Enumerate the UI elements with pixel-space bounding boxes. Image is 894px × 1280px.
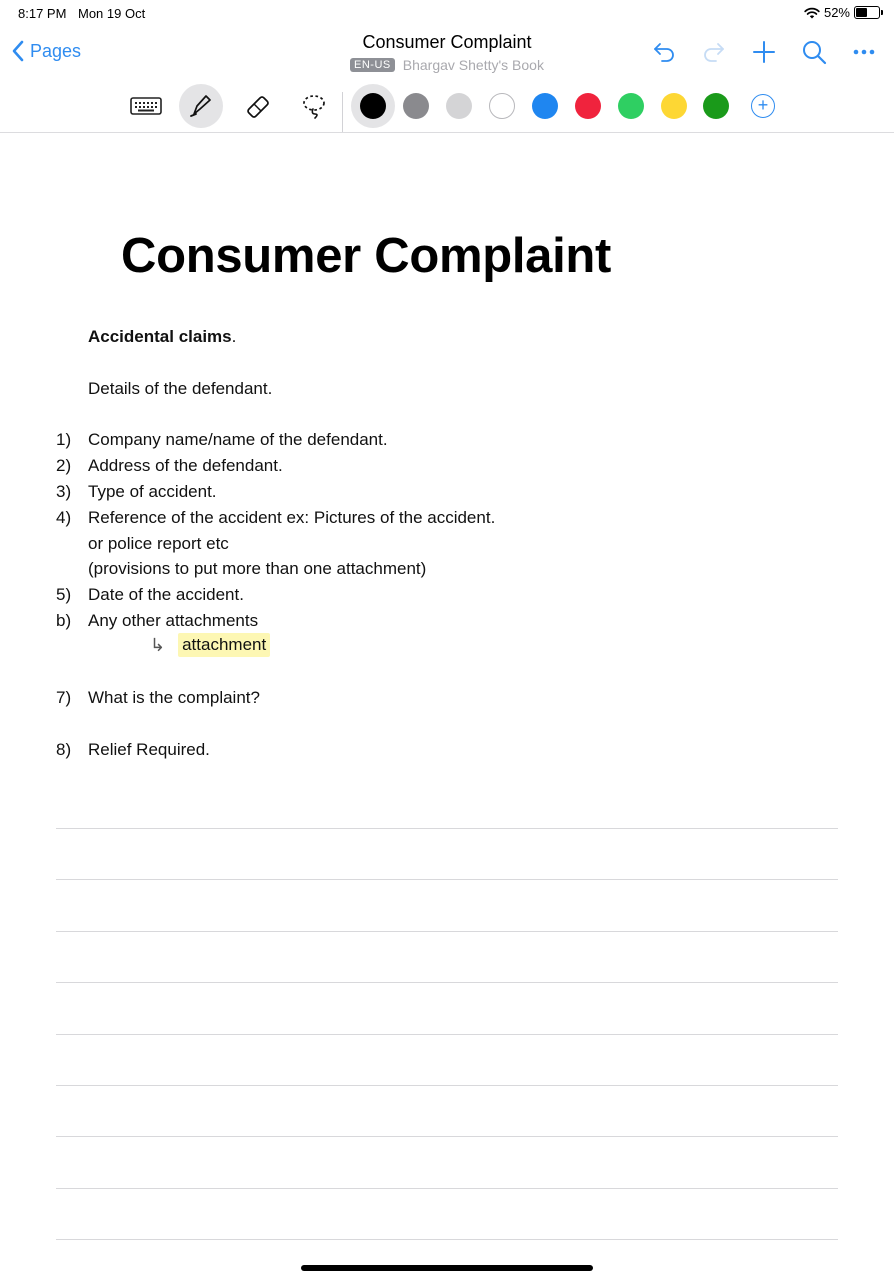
list-item-text: Address of the defendant. xyxy=(88,456,283,475)
nav-bar: Pages Consumer Complaint EN-US Bhargav S… xyxy=(0,28,894,78)
ruled-line xyxy=(56,1187,838,1189)
list-item-number: 2) xyxy=(56,456,72,475)
list-item: or police report etc xyxy=(56,534,229,554)
pen-icon[interactable] xyxy=(179,84,223,128)
drawing-toolbar: + xyxy=(0,84,894,132)
list-item-number: b) xyxy=(56,611,72,630)
list-item-text: What is the complaint? xyxy=(88,688,260,707)
ruled-line xyxy=(56,1085,838,1086)
home-indicator[interactable] xyxy=(301,1265,593,1271)
list-item-number: 3) xyxy=(56,482,72,501)
list-item-text: or police report etc xyxy=(88,534,229,553)
list-item-number xyxy=(56,534,88,554)
list-item-text: Company name/name of the defendant. xyxy=(88,430,388,449)
list-item: b) Any other attachments xyxy=(56,611,258,631)
corner-arrow-icon: ↳ xyxy=(150,634,166,655)
redo-icon[interactable] xyxy=(700,38,728,66)
status-bar: 8:17 PM Mon 19 Oct 52% xyxy=(0,0,894,26)
list-item-number: 7) xyxy=(56,688,72,707)
list-item: 7) What is the complaint? xyxy=(56,688,260,708)
wifi-icon xyxy=(804,7,820,18)
list-item-number xyxy=(56,559,88,579)
color-swatch[interactable] xyxy=(575,93,601,119)
color-swatch[interactable] xyxy=(489,93,515,119)
claims-line: Accidental claims. xyxy=(88,327,236,347)
attachment-row[interactable]: ↳ attachment xyxy=(150,633,271,657)
nav-actions xyxy=(650,38,878,66)
list-item-number: 8) xyxy=(56,740,72,759)
search-icon[interactable] xyxy=(800,38,828,66)
details-line: Details of the defendant. xyxy=(88,379,273,398)
list-item-text: Type of accident. xyxy=(88,482,217,501)
add-color-button[interactable]: + xyxy=(751,94,775,118)
ruled-line xyxy=(56,1136,838,1138)
claims-dot: . xyxy=(231,327,237,346)
list-item: 5) Date of the accident. xyxy=(56,585,244,605)
list-item-text: (provisions to put more than one attachm… xyxy=(88,559,427,578)
ruled-line xyxy=(56,1033,838,1035)
list-item: 2) Address of the defendant. xyxy=(56,456,283,476)
lasso-icon[interactable] xyxy=(292,84,336,128)
status-time: 8:17 PM xyxy=(18,6,67,21)
status-date: Mon 19 Oct xyxy=(78,6,146,21)
list-item-number: 5) xyxy=(56,585,72,604)
color-swatch[interactable] xyxy=(703,93,729,119)
undo-icon[interactable] xyxy=(650,38,678,66)
color-swatch[interactable] xyxy=(618,93,644,119)
color-swatch[interactable] xyxy=(661,93,687,119)
list-item-text: Relief Required. xyxy=(88,740,210,759)
ruled-line xyxy=(56,982,838,984)
attachment-highlight[interactable]: attachment xyxy=(178,633,271,657)
list-item: 1) Company name/name of the defendant. xyxy=(56,430,388,450)
ruled-line xyxy=(56,1239,838,1241)
color-swatch[interactable] xyxy=(403,93,429,119)
list-item: 8) Relief Required. xyxy=(56,740,210,760)
ruled-line xyxy=(56,930,838,932)
list-item-number: 4) xyxy=(56,508,72,527)
color-swatch[interactable] xyxy=(446,93,472,119)
page-heading: Consumer Complaint xyxy=(121,229,612,283)
more-icon[interactable] xyxy=(850,38,878,66)
battery-percent: 52% xyxy=(823,5,850,20)
list-item: (provisions to put more than one attachm… xyxy=(56,559,426,579)
list-item: 3) Type of accident. xyxy=(56,482,217,502)
plus-icon[interactable] xyxy=(750,38,778,66)
color-swatch[interactable] xyxy=(532,93,558,119)
list-item-text: Reference of the accident ex: Pictures o… xyxy=(88,508,496,527)
ruled-line xyxy=(56,828,838,829)
list-item-number: 1) xyxy=(56,430,72,449)
keyboard-icon[interactable] xyxy=(124,84,168,128)
status-right: 52% xyxy=(804,5,883,20)
battery-icon xyxy=(854,6,883,19)
book-name: Bhargav Shetty's Book xyxy=(402,57,544,73)
list-item: 4) Reference of the accident ex: Pictures… xyxy=(56,508,495,528)
ruled-line xyxy=(56,879,838,881)
claims-bold: Accidental claims xyxy=(88,327,232,346)
list-item-text: Any other attachments xyxy=(88,611,259,630)
list-item-text: Date of the accident. xyxy=(88,585,244,604)
eraser-icon[interactable] xyxy=(236,84,280,128)
color-swatch[interactable] xyxy=(360,93,386,119)
toolbar-separator xyxy=(0,132,894,133)
toolbar-divider xyxy=(342,92,343,132)
language-badge: EN-US xyxy=(350,58,395,72)
